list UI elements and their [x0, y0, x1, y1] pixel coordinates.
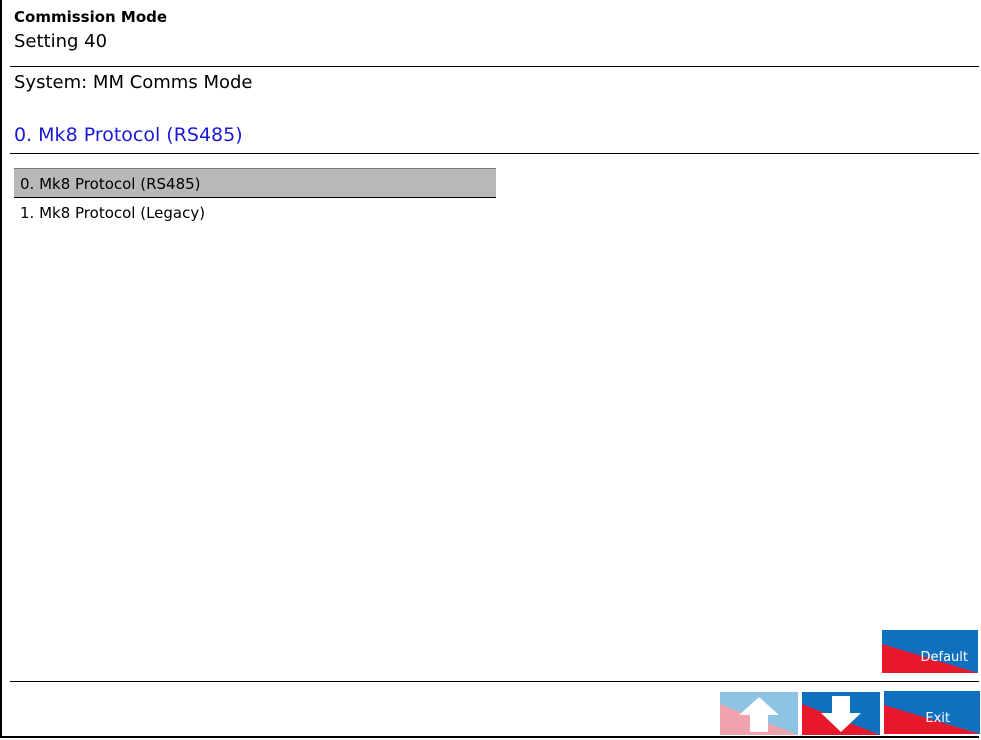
exit-button-label: Exit	[925, 711, 950, 726]
system-name: System: MM Comms Mode	[14, 72, 253, 93]
option-item-rs485[interactable]: 0. Mk8 Protocol (RS485)	[14, 168, 496, 198]
default-button[interactable]: Default	[882, 630, 978, 673]
divider	[10, 66, 979, 67]
option-item-legacy[interactable]: 1. Mk8 Protocol (Legacy)	[14, 198, 496, 228]
divider	[10, 153, 979, 154]
setting-number: Setting 40	[14, 31, 108, 52]
current-value: 0. Mk8 Protocol (RS485)	[14, 124, 243, 146]
scroll-up-button[interactable]	[720, 692, 798, 735]
divider	[10, 681, 979, 682]
scroll-down-button[interactable]	[802, 692, 880, 735]
exit-button[interactable]: Exit	[884, 691, 980, 734]
default-button-label: Default	[920, 650, 969, 665]
screen-frame	[0, 0, 979, 738]
option-list: 0. Mk8 Protocol (RS485) 1. Mk8 Protocol …	[14, 168, 496, 228]
mode-title: Commission Mode	[14, 8, 168, 26]
